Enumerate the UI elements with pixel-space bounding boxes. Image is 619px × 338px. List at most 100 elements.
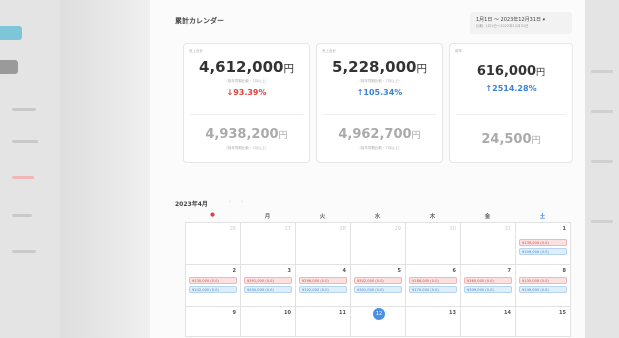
card-caption: 売上合計: [189, 49, 203, 53]
sales-chip[interactable]: ¥391,000 (0.0): [244, 277, 292, 284]
day-number: 7: [507, 268, 511, 274]
card-prev-value: 4,962,700円: [338, 127, 421, 142]
compare-chip[interactable]: ¥309,000 (0.0): [464, 286, 512, 293]
compare-chip[interactable]: ¥300,000 (0.0): [244, 286, 292, 293]
date-range-label: 1月1日 〜 2023年12月31日 ▾: [476, 17, 546, 23]
calendar-day[interactable]: 13: [405, 306, 461, 337]
card-sub: （前年同期比較・7月以上）: [224, 79, 269, 83]
calendar-day[interactable]: 28: [295, 222, 351, 265]
day-number: 2: [232, 268, 236, 274]
background-line: [591, 220, 613, 223]
compare-chip[interactable]: ¥301,000 (0.0): [354, 286, 402, 293]
calendar-day[interactable]: 10: [240, 306, 296, 337]
background-shade: [60, 0, 150, 338]
day-number: 29: [394, 226, 401, 232]
compare-chip[interactable]: ¥139,000 (0.0): [519, 286, 567, 293]
next-month-button[interactable]: ›: [241, 199, 243, 205]
card-prev-sub: （前年同期比較・7月以上）: [224, 146, 269, 150]
background-line: [591, 70, 613, 73]
card-value: 4,612,000円: [199, 58, 294, 76]
day-number: 30: [449, 226, 456, 232]
day-number: 27: [284, 226, 291, 232]
day-number: 3: [287, 268, 291, 274]
date-range-sub: 比較: 1月1日〜2022年12月31日: [476, 24, 529, 28]
main-panel: 累計カレンダー 1月1日 〜 2023年12月31日 ▾ 比較: 1月1日〜20…: [150, 0, 585, 338]
background-sidebar: [0, 0, 60, 338]
today-marker: 12: [373, 308, 385, 320]
sales-chip[interactable]: ¥296,000 (0.0): [299, 277, 347, 284]
calendar-day[interactable]: 1 ¥139,000 (0.0) ¥109,000 (0.0): [515, 222, 571, 265]
calendar-day[interactable]: 12: [350, 306, 406, 337]
compare-chip[interactable]: ¥102,000 (0.0): [189, 286, 237, 293]
card-value: 5,228,000円: [332, 58, 427, 76]
calendar-day[interactable]: 6 ¥188,000 (0.0) ¥170,000 (0.0): [405, 264, 461, 307]
calendar-day[interactable]: 15: [515, 306, 571, 337]
weekday-header: 木: [429, 214, 436, 220]
prev-month-button[interactable]: ‹: [229, 199, 231, 205]
page-title: 累計カレンダー: [175, 17, 224, 25]
day-number: 6: [452, 268, 456, 274]
card-change: ↓93.39%: [226, 88, 267, 97]
calendar-day[interactable]: 31: [460, 222, 516, 265]
background-item: [0, 60, 18, 74]
date-range-selector[interactable]: 1月1日 〜 2023年12月31日 ▾ 比較: 1月1日〜2022年12月31…: [470, 12, 572, 34]
day-number: 9: [232, 310, 236, 316]
sales-chip[interactable]: ¥135,000 (0.0): [519, 277, 567, 284]
sales-chip[interactable]: ¥130,000 (0.0): [189, 277, 237, 284]
background-line: [12, 176, 34, 179]
calendar-day[interactable]: 11: [295, 306, 351, 337]
sales-chip[interactable]: ¥360,000 (0.0): [464, 277, 512, 284]
sales-chip[interactable]: ¥302,000 (0.0): [354, 277, 402, 284]
calendar-day[interactable]: 2 ¥130,000 (0.0) ¥102,000 (0.0): [185, 264, 241, 307]
card-change: ↑2514.28%: [485, 84, 537, 93]
card-divider: [456, 114, 566, 115]
compare-chip[interactable]: ¥170,000 (0.0): [409, 286, 457, 293]
card-prev-value: 24,500円: [481, 132, 541, 147]
card-value: 616,000円: [476, 64, 546, 79]
background-right: [583, 0, 619, 338]
day-number: 15: [559, 310, 566, 316]
day-number: 8: [562, 268, 566, 274]
card-sub: （前年同期比較・7月以上）: [357, 79, 402, 83]
weekday-header: ●: [210, 212, 215, 218]
calendar-day[interactable]: 29: [350, 222, 406, 265]
weekday-header: 火: [319, 214, 326, 220]
card-prev-sub: （前年同期比較・7月以上）: [357, 146, 402, 150]
compare-chip[interactable]: ¥102,000 (0.0): [299, 286, 347, 293]
weekday-header: 金: [484, 214, 491, 220]
day-number: 11: [339, 310, 346, 316]
day-number: 5: [397, 268, 401, 274]
compare-chip[interactable]: ¥109,000 (0.0): [519, 248, 567, 255]
calendar-day[interactable]: 14: [460, 306, 516, 337]
calendar-day[interactable]: 3 ¥391,000 (0.0) ¥300,000 (0.0): [240, 264, 296, 307]
day-number: 26: [229, 226, 236, 232]
sales-chip[interactable]: ¥139,000 (0.0): [519, 239, 567, 246]
day-number: 14: [504, 310, 511, 316]
summary-card: 売上合計 4,612,000円 （前年同期比較・7月以上） ↓93.39% 4,…: [183, 43, 310, 163]
background-line: [12, 250, 36, 253]
calendar-day[interactable]: 8 ¥135,000 (0.0) ¥139,000 (0.0): [515, 264, 571, 307]
card-caption: 売上合計: [322, 49, 336, 53]
background-active-item: [0, 26, 22, 40]
calendar-day[interactable]: 7 ¥360,000 (0.0) ¥309,000 (0.0): [460, 264, 516, 307]
background-line: [12, 214, 32, 217]
calendar-day[interactable]: 26: [185, 222, 241, 265]
weekday-header: 月: [264, 214, 271, 220]
day-number: 31: [504, 226, 511, 232]
background-line: [12, 108, 36, 111]
calendar-day[interactable]: 4 ¥296,000 (0.0) ¥102,000 (0.0): [295, 264, 351, 307]
calendar-day[interactable]: 9: [185, 306, 241, 337]
day-number: 4: [342, 268, 346, 274]
sales-chip[interactable]: ¥188,000 (0.0): [409, 277, 457, 284]
background-line: [591, 160, 613, 163]
calendar-day[interactable]: 30: [405, 222, 461, 265]
calendar-day[interactable]: 27: [240, 222, 296, 265]
card-divider: [190, 114, 303, 115]
day-number: 28: [339, 226, 346, 232]
background-line: [12, 140, 38, 143]
day-number: 13: [449, 310, 456, 316]
card-caption: 前年: [455, 49, 462, 53]
background-line: [591, 110, 613, 113]
calendar-day[interactable]: 5 ¥302,000 (0.0) ¥301,000 (0.0): [350, 264, 406, 307]
weekday-header: 土: [539, 214, 546, 220]
